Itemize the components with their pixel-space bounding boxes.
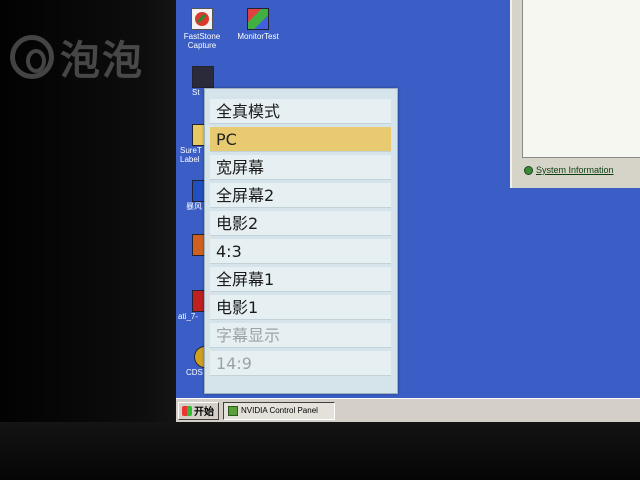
nvidia-icon <box>228 405 238 416</box>
osd-item-fullscreen-2[interactable]: 全屏幕2 <box>210 183 391 208</box>
monitortest-icon <box>247 8 269 30</box>
osd-menu: 全真模式 PC 宽屏幕 全屏幕2 电影2 4:3 全屏幕1 电影1 字幕显示 1… <box>204 88 398 394</box>
watermark: 泡泡 <box>10 28 144 86</box>
desktop-icon-label: Capture <box>187 41 217 50</box>
system-information-window: System Information <box>510 0 640 188</box>
start-button[interactable]: 开始 <box>178 401 219 420</box>
windows-flag-icon <box>182 405 192 416</box>
system-information-link-label: System Information <box>536 165 614 175</box>
taskbar-button-nvidia-control-panel[interactable]: NVIDIA Control Panel <box>223 401 335 420</box>
osd-item-movie-1[interactable]: 电影1 <box>210 295 391 320</box>
taskbar: 开始 NVIDIA Control Panel <box>176 398 640 422</box>
steam-icon <box>192 66 214 88</box>
system-information-link[interactable]: System Information <box>524 165 614 175</box>
osd-item-subtitle-display: 字幕显示 <box>210 323 391 348</box>
osd-item-4-3[interactable]: 4:3 <box>210 239 391 264</box>
desktop-icon-monitortest[interactable]: MonitorTest <box>226 8 290 41</box>
start-button-label: 开始 <box>194 407 214 418</box>
osd-item-fullscreen-1[interactable]: 全屏幕1 <box>210 267 391 292</box>
system-information-panel <box>522 0 640 158</box>
watermark-logo-icon <box>10 35 54 79</box>
monitor-bezel-bottom <box>0 422 640 480</box>
osd-item-widescreen[interactable]: 宽屏幕 <box>210 155 391 180</box>
osd-item-pc[interactable]: PC <box>210 127 391 152</box>
taskbar-button-label: NVIDIA Control Panel <box>241 406 318 415</box>
desktop-icon-label: MonitorTest <box>237 32 279 41</box>
info-icon <box>524 165 533 175</box>
watermark-text: 泡泡 <box>60 38 144 84</box>
osd-item-movie-2[interactable]: 电影2 <box>210 211 391 236</box>
faststone-capture-icon <box>191 8 213 30</box>
osd-item-14-9: 14:9 <box>210 351 391 376</box>
osd-item-full-true[interactable]: 全真模式 <box>210 99 391 124</box>
